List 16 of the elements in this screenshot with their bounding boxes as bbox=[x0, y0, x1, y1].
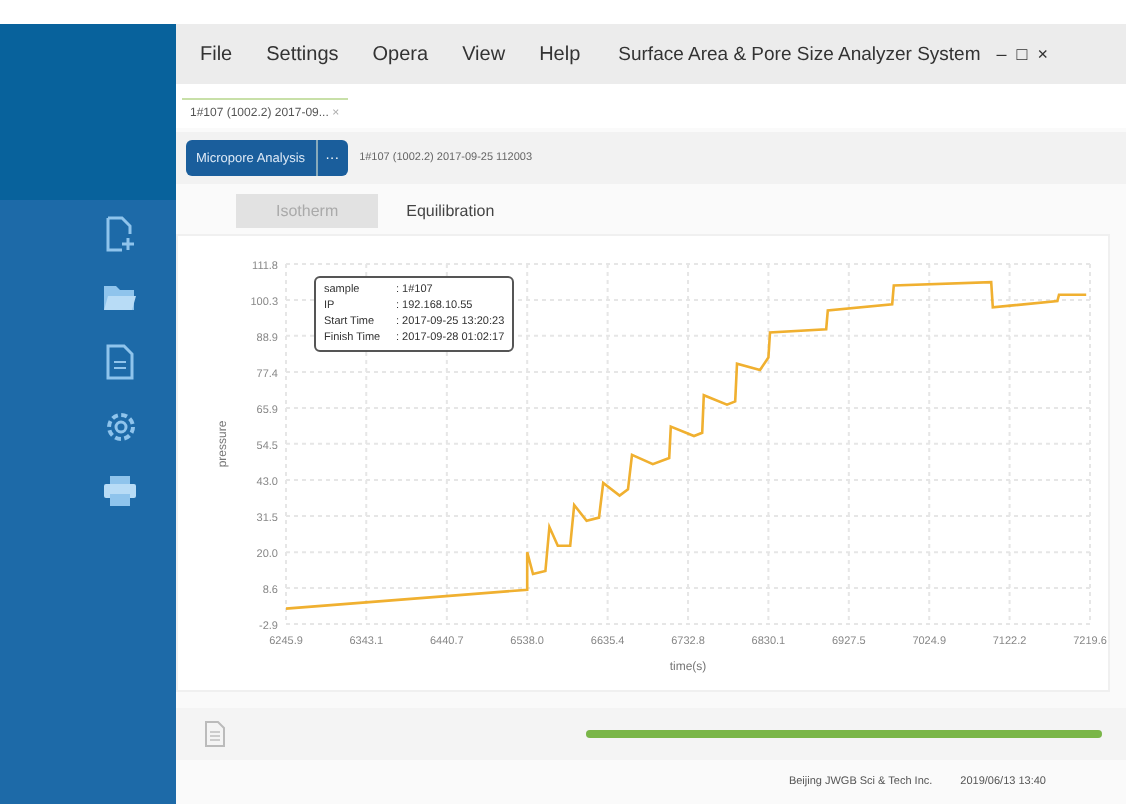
new-file-icon[interactable] bbox=[104, 216, 136, 252]
window-title: Surface Area & Pore Size Analyzer System bbox=[618, 43, 981, 65]
window-control[interactable]: – bbox=[996, 44, 1007, 64]
menu-item[interactable]: View bbox=[462, 43, 506, 65]
document-icon[interactable] bbox=[106, 344, 134, 380]
menu-item[interactable]: Settings bbox=[266, 43, 339, 65]
document-icon[interactable] bbox=[204, 720, 226, 748]
printer-icon[interactable] bbox=[102, 474, 138, 508]
menu-item[interactable]: Help bbox=[539, 43, 581, 65]
view-tab[interactable]: Equilibration bbox=[382, 193, 519, 227]
folder-icon[interactable] bbox=[102, 282, 138, 314]
settings-icon[interactable] bbox=[103, 410, 137, 444]
window-control[interactable]: □ bbox=[1016, 44, 1028, 64]
window-control[interactable]: × bbox=[1037, 44, 1048, 64]
menu-item[interactable]: Opera bbox=[372, 43, 429, 65]
menu-item[interactable]: File bbox=[200, 43, 233, 65]
